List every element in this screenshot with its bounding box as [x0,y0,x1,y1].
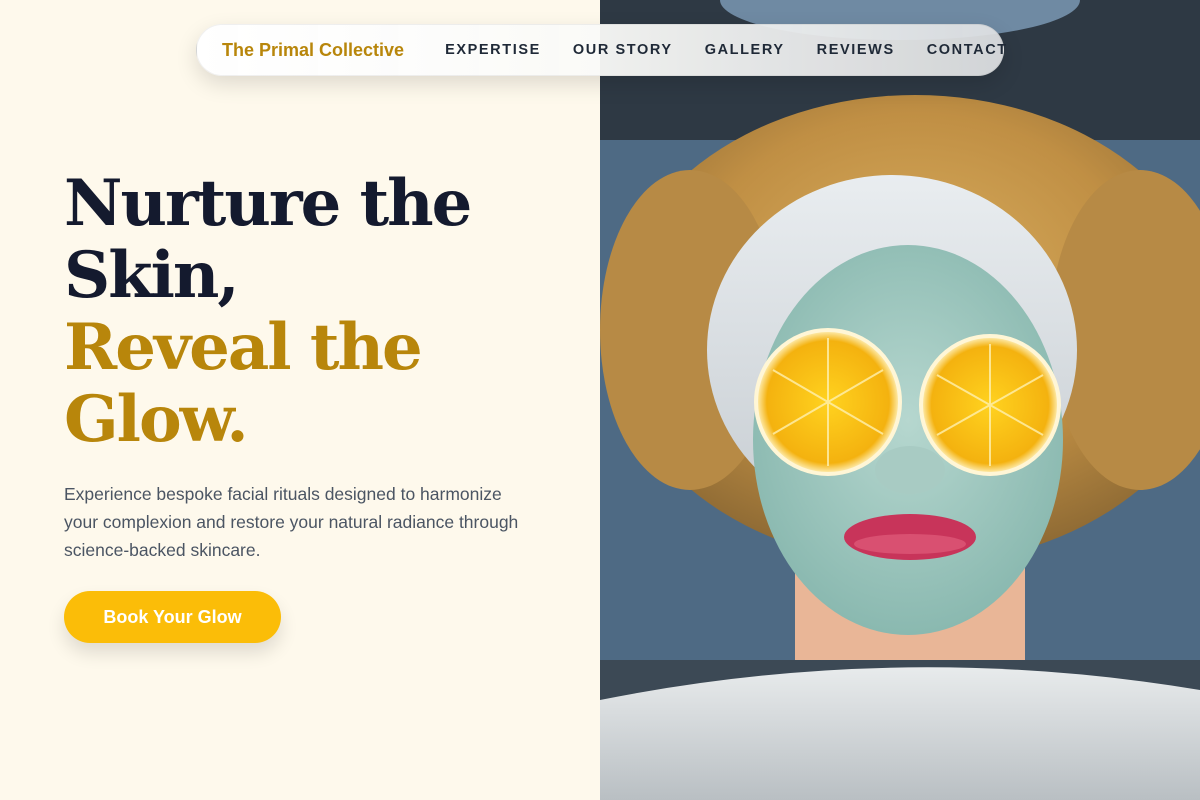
hero-title-line-3: Reveal the [64,310,423,385]
hero-description: Experience bespoke facial rituals design… [64,484,519,560]
nav-link-gallery[interactable]: GALLERY [705,42,785,58]
hero-title-line-4: Glow. [64,382,249,457]
hero-title-line-2: Skin, [64,238,240,313]
nav-link-expertise[interactable]: EXPERTISE [445,42,541,58]
hero-title: Nurture the Skin, Reveal the Glow. [64,166,472,457]
nav-link-reviews[interactable]: REVIEWS [817,42,895,58]
nav-link-contact[interactable]: CONTACT [927,42,1008,58]
nav-link-our-story[interactable]: OUR STORY [573,42,673,58]
brand-logo-link[interactable]: The Primal Collective [222,40,404,61]
top-navbar: The Primal Collective EXPERTISE OUR STOR… [196,24,1006,76]
book-your-glow-button[interactable]: Book Your Glow [64,591,281,643]
hero-title-line-1: Nurture the [64,166,472,241]
hero-left-panel: Nurture the Skin, Reveal the Glow. Exper… [0,0,600,800]
hero-image [600,0,1200,800]
